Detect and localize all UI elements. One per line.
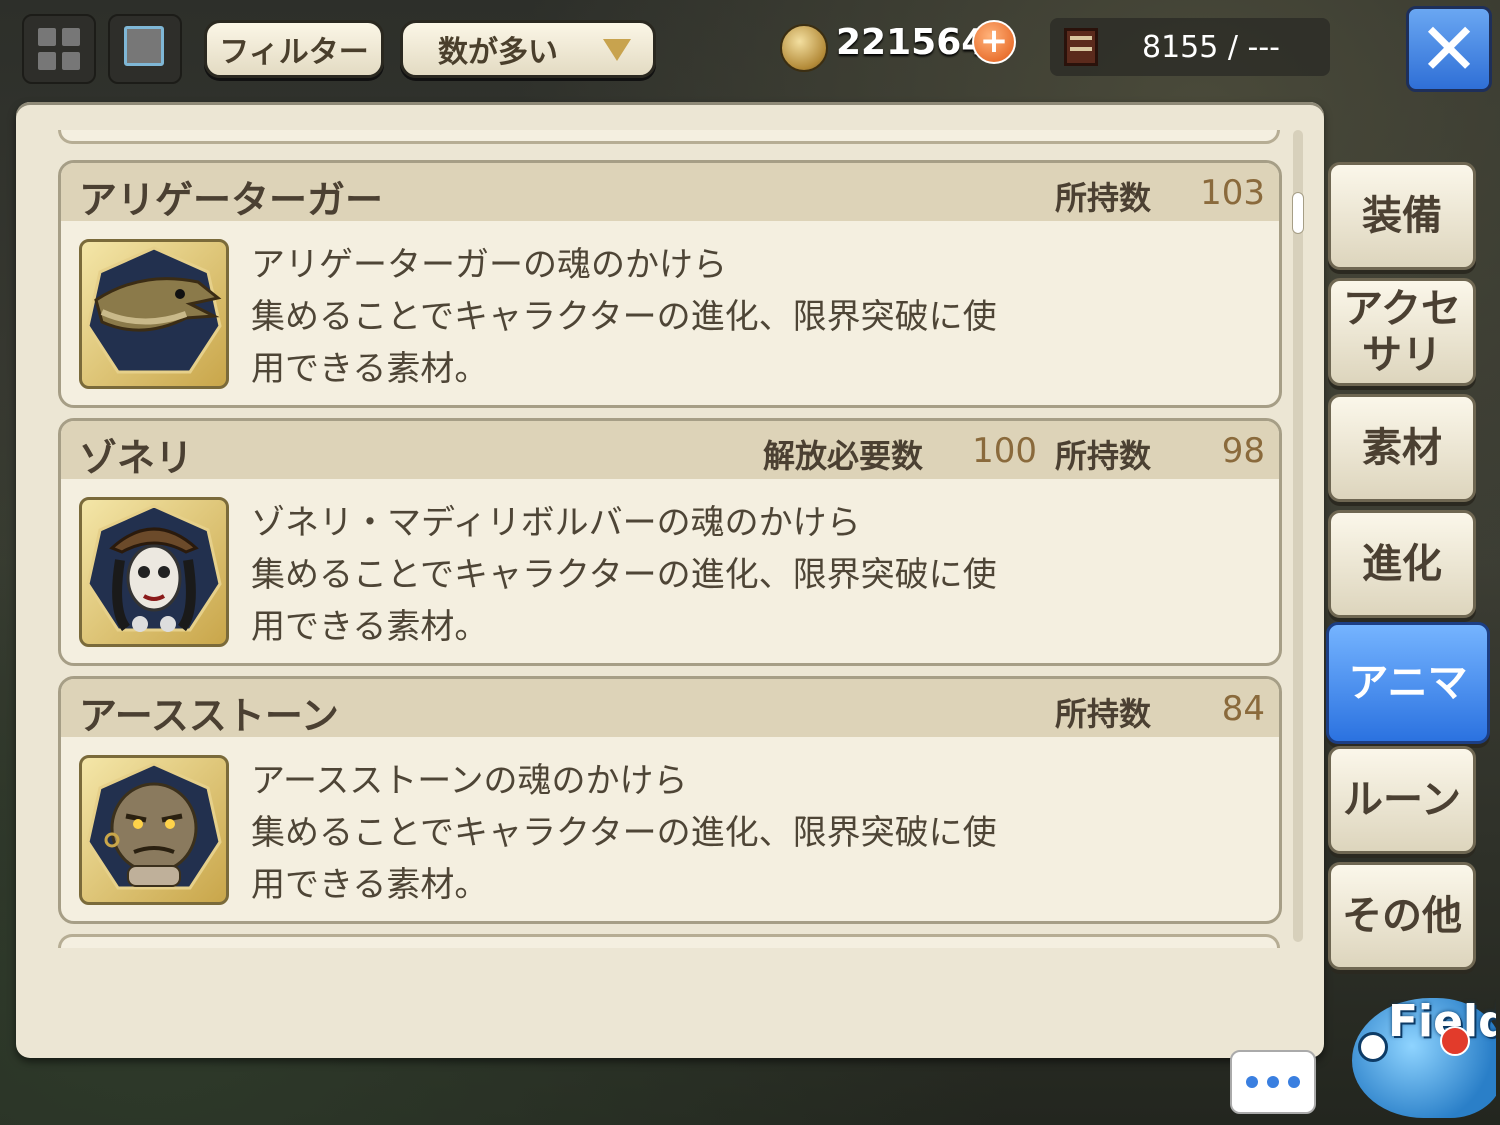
chat-dot [1246, 1076, 1258, 1088]
required-label: 解放必要数 [763, 437, 924, 475]
item-description: アースストーンの魂のかけら 集めることでキャラクターの進化、限界突破に使 用でき… [251, 761, 997, 905]
sort-dropdown[interactable]: 数が多い [400, 20, 656, 78]
tab-other[interactable]: その他 [1328, 862, 1476, 970]
top-bar: フィルター 数が多い 221564 + 8155 / --- ✕ [0, 0, 1500, 100]
owned-label: 所持数 [1055, 179, 1152, 217]
tab-equipment[interactable]: 装備 [1328, 162, 1476, 270]
coin-amount: 221564 [836, 22, 987, 63]
owned-label: 所持数 [1055, 437, 1152, 475]
item-name: ゾネリ [79, 436, 194, 480]
list-item[interactable]: ゾネリ 解放必要数 100 所持数 98 ゾネリ・マディリボルバーの魂のかけら … [58, 418, 1282, 666]
chest-icon [1064, 28, 1098, 66]
chat-dot [1288, 1076, 1300, 1088]
alligator-gar-icon [79, 239, 229, 389]
required-count: 100 [972, 431, 1037, 471]
sort-label: 数が多い [438, 35, 558, 70]
list-bottom-edge [58, 934, 1280, 948]
list-view-icon[interactable] [108, 14, 182, 84]
owned-count: 103 [1200, 173, 1265, 213]
mascot-eye [1358, 1032, 1388, 1062]
item-name: アースストーン [79, 694, 339, 738]
notification-badge [1440, 1026, 1470, 1056]
item-header: ゾネリ 解放必要数 100 所持数 98 [61, 421, 1279, 480]
item-header: アースストーン 所持数 84 [61, 679, 1279, 738]
owned-count: 98 [1221, 431, 1265, 471]
field-button[interactable]: Field [1336, 988, 1496, 1125]
tab-accessory[interactable]: アクセ サリ [1328, 278, 1476, 386]
list-item[interactable]: アリゲーターガー 所持数 103 アリゲーターガーの魂のかけら 集めることでキャ… [58, 160, 1282, 408]
tab-rune[interactable]: ルーン [1328, 746, 1476, 854]
coin-counter: 221564 + [780, 14, 1020, 72]
item-header: アリゲーターガー 所持数 103 [61, 163, 1279, 222]
grid-view-icon[interactable] [22, 14, 96, 84]
zoneri-icon [79, 497, 229, 647]
storage-amount: 8155 / --- [1142, 30, 1281, 65]
tab-anima[interactable]: アニマ [1326, 622, 1490, 744]
chat-dot [1267, 1076, 1279, 1088]
owned-count: 84 [1221, 689, 1265, 729]
coin-icon [780, 24, 828, 72]
tab-evolution[interactable]: 進化 [1328, 510, 1476, 618]
item-description: アリゲーターガーの魂のかけら 集めることでキャラクターの進化、限界突破に使 用で… [251, 245, 997, 389]
tab-material[interactable]: 素材 [1328, 394, 1476, 502]
add-coins-button[interactable]: + [972, 20, 1016, 64]
scrollbar[interactable] [1292, 130, 1304, 942]
owned-label: 所持数 [1055, 695, 1152, 733]
chevron-down-icon [603, 39, 631, 61]
storage-counter: 8155 / --- [1050, 18, 1330, 76]
chat-button[interactable] [1230, 1050, 1316, 1114]
scrollbar-thumb[interactable] [1292, 192, 1304, 234]
item-description: ゾネリ・マディリボルバーの魂のかけら 集めることでキャラクターの進化、限界突破に… [251, 503, 997, 647]
item-name: アリゲーターガー [79, 178, 384, 222]
list-item[interactable]: アースストーン 所持数 84 アースストーンの魂のかけら 集めることでキャラクタ… [58, 676, 1282, 924]
earth-stone-icon [79, 755, 229, 905]
list-top-edge [58, 130, 1280, 144]
close-button[interactable]: ✕ [1406, 6, 1492, 92]
filter-button[interactable]: フィルター [204, 20, 384, 78]
